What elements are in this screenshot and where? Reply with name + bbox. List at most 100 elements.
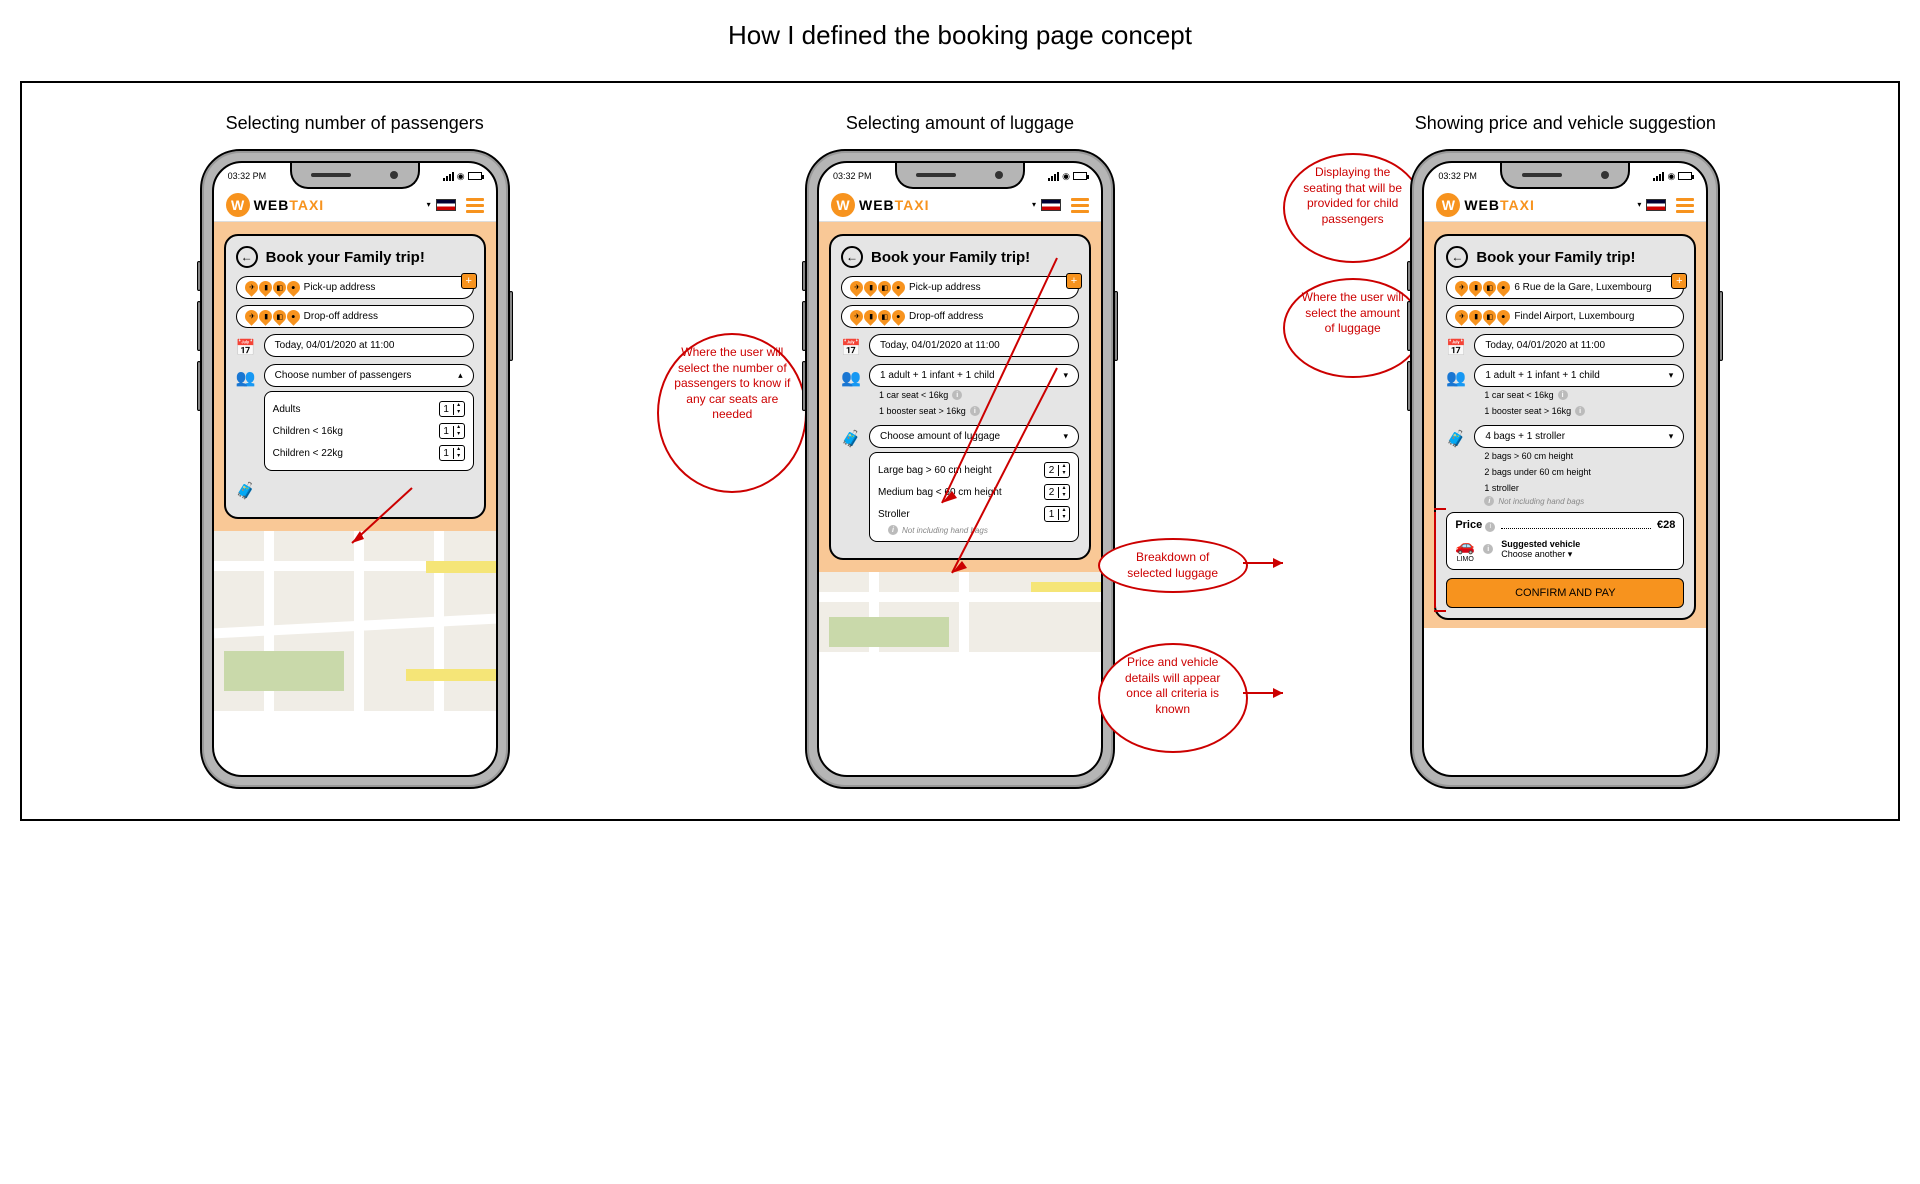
app-header: W WEBTAXI (819, 189, 1101, 222)
phone-notch (895, 163, 1025, 189)
phone-notch (1500, 163, 1630, 189)
car-seat-info: 1 car seat < 16kgi (869, 387, 1079, 403)
info-icon[interactable]: i (1483, 544, 1493, 554)
dropoff-placeholder: Drop-off address (304, 311, 378, 322)
child16-stepper[interactable]: 1▴▾ (439, 423, 465, 439)
passengers-select[interactable]: 1 adult + 1 infant + 1 child▾ (869, 364, 1079, 387)
column-price: Showing price and vehicle suggestion 03:… (1273, 113, 1858, 789)
app-header: W WEBTAXI (1424, 189, 1706, 222)
menu-icon[interactable] (1676, 198, 1694, 213)
people-icon: 👥 (1446, 368, 1466, 388)
price-box: Price i€28 🚗LIMO i Suggested vehicleChoo… (1446, 512, 1684, 570)
map-background (819, 572, 1101, 652)
battery-icon (1678, 172, 1692, 180)
luggage-line2: 2 bags under 60 cm height (1474, 464, 1684, 480)
phone-frame: 03:32 PM ◉ W WEBTAXI ← Book your Family … (200, 149, 510, 789)
dropoff-input[interactable]: ✈▮◧● Drop-off address (236, 305, 474, 328)
wifi-icon: ◉ (1062, 171, 1070, 182)
luggage-select[interactable]: Choose amount of luggage▾ (869, 425, 1079, 448)
menu-icon[interactable] (466, 198, 484, 213)
luggage-note: iNot including hand bags (1474, 496, 1684, 506)
luggage-icon: 🧳 (236, 481, 256, 501)
stroller-row: Stroller1▴▾ (878, 503, 1070, 525)
chevron-down-icon: ▾ (1063, 370, 1068, 381)
large-bag-row: Large bag > 60 cm height2▴▾ (878, 459, 1070, 481)
luggage-icon: 🧳 (841, 429, 861, 449)
signal-icon (1048, 172, 1059, 181)
car-seat-info: 1 car seat < 16kgi (1474, 387, 1684, 403)
phone-frame: 03:32 PM ◉ W WEBTAXI ← Book your Family … (1410, 149, 1720, 789)
annotation-luggage-breakdown: Breakdown of selected luggage (1098, 538, 1248, 593)
add-stop-icon[interactable]: + (1066, 273, 1082, 289)
language-flag[interactable] (1041, 199, 1061, 211)
add-stop-icon[interactable]: + (1671, 273, 1687, 289)
dropoff-input[interactable]: ✈▮◧● Drop-off address (841, 305, 1079, 328)
passengers-dropdown: Adults1▴▾ Children < 16kg1▴▾ Children < … (264, 391, 474, 471)
phone-frame: 03:32 PM ◉ W WEBTAXI ← Book your Family … (805, 149, 1115, 789)
battery-icon (468, 172, 482, 180)
datetime-input[interactable]: Today, 04/01/2020 at 11:00 (869, 334, 1079, 357)
status-time: 03:32 PM (1438, 171, 1477, 181)
concept-container: Selecting number of passengers 03:32 PM … (20, 81, 1900, 821)
column-passengers: Selecting number of passengers 03:32 PM … (62, 113, 647, 789)
car-icon: 🚗 (1455, 536, 1475, 556)
datetime-input[interactable]: Today, 04/01/2020 at 11:00 (264, 334, 474, 357)
choose-vehicle-link[interactable]: Choose another ▾ (1501, 549, 1580, 560)
status-time: 03:32 PM (228, 171, 267, 181)
booking-card: ← Book your Family trip! ✈▮◧● 6 Rue de l… (1434, 234, 1696, 620)
language-flag[interactable] (1646, 199, 1666, 211)
large-stepper[interactable]: 2▴▾ (1044, 462, 1070, 478)
pickup-input[interactable]: ✈▮◧● Pick-up address + (841, 276, 1079, 299)
card-title: Book your Family trip! (266, 249, 425, 266)
signal-icon (1653, 172, 1664, 181)
booster-seat-info: 1 booster seat > 16kgi (869, 403, 1079, 419)
adults-row: Adults1▴▾ (273, 398, 465, 420)
page-title: How I defined the booking page concept (20, 20, 1900, 51)
luggage-select[interactable]: 4 bags + 1 stroller▾ (1474, 425, 1684, 448)
add-stop-icon[interactable]: + (461, 273, 477, 289)
price-value: €28 (1657, 519, 1675, 532)
luggage-line1: 2 bags > 60 cm height (1474, 448, 1684, 464)
logo[interactable]: W WEBTAXI (831, 193, 930, 217)
menu-icon[interactable] (1071, 198, 1089, 213)
back-button[interactable]: ← (841, 246, 863, 268)
luggage-dropdown: Large bag > 60 cm height2▴▾ Medium bag <… (869, 452, 1079, 542)
map-background (214, 531, 496, 711)
app-header: W WEBTAXI (214, 189, 496, 222)
passengers-select[interactable]: 1 adult + 1 infant + 1 child▾ (1474, 364, 1684, 387)
logo-icon: W (1436, 193, 1460, 217)
passengers-select[interactable]: Choose number of passengers▴ (264, 364, 474, 387)
back-button[interactable]: ← (236, 246, 258, 268)
booking-card: ← Book your Family trip! ✈▮◧● Pick-up ad… (829, 234, 1091, 560)
dropoff-input[interactable]: ✈▮◧● Findel Airport, Luxembourg (1446, 305, 1684, 328)
column-title: Showing price and vehicle suggestion (1415, 113, 1716, 134)
pickup-input[interactable]: ✈▮◧● 6 Rue de la Gare, Luxembourg + (1446, 276, 1684, 299)
children-16-row: Children < 16kg1▴▾ (273, 420, 465, 442)
chevron-down-icon: ▾ (1063, 431, 1068, 442)
logo[interactable]: W WEBTAXI (1436, 193, 1535, 217)
phone-notch (290, 163, 420, 189)
calendar-icon: 📅 (236, 338, 256, 358)
language-flag[interactable] (436, 199, 456, 211)
child22-stepper[interactable]: 1▴▾ (439, 445, 465, 461)
card-title: Book your Family trip! (871, 249, 1030, 266)
medium-stepper[interactable]: 2▴▾ (1044, 484, 1070, 500)
pickup-input[interactable]: ✈▮◧● Pick-up address + (236, 276, 474, 299)
luggage-line3: 1 stroller (1474, 480, 1684, 496)
datetime-input[interactable]: Today, 04/01/2020 at 11:00 (1474, 334, 1684, 357)
logo-icon: W (831, 193, 855, 217)
stroller-stepper[interactable]: 1▴▾ (1044, 506, 1070, 522)
info-icon[interactable]: i (970, 406, 980, 416)
back-button[interactable]: ← (1446, 246, 1468, 268)
adults-stepper[interactable]: 1▴▾ (439, 401, 465, 417)
booking-card: ← Book your Family trip! ✈▮◧● Pick-up ad… (224, 234, 486, 519)
battery-icon (1073, 172, 1087, 180)
people-icon: 👥 (841, 368, 861, 388)
suggested-vehicle-label: Suggested vehicle (1501, 539, 1580, 549)
luggage-icon: 🧳 (1446, 429, 1466, 449)
confirm-pay-button[interactable]: CONFIRM AND PAY (1446, 578, 1684, 608)
info-icon[interactable]: i (952, 390, 962, 400)
logo[interactable]: W WEBTAXI (226, 193, 325, 217)
calendar-icon: 📅 (841, 338, 861, 358)
signal-icon (443, 172, 454, 181)
